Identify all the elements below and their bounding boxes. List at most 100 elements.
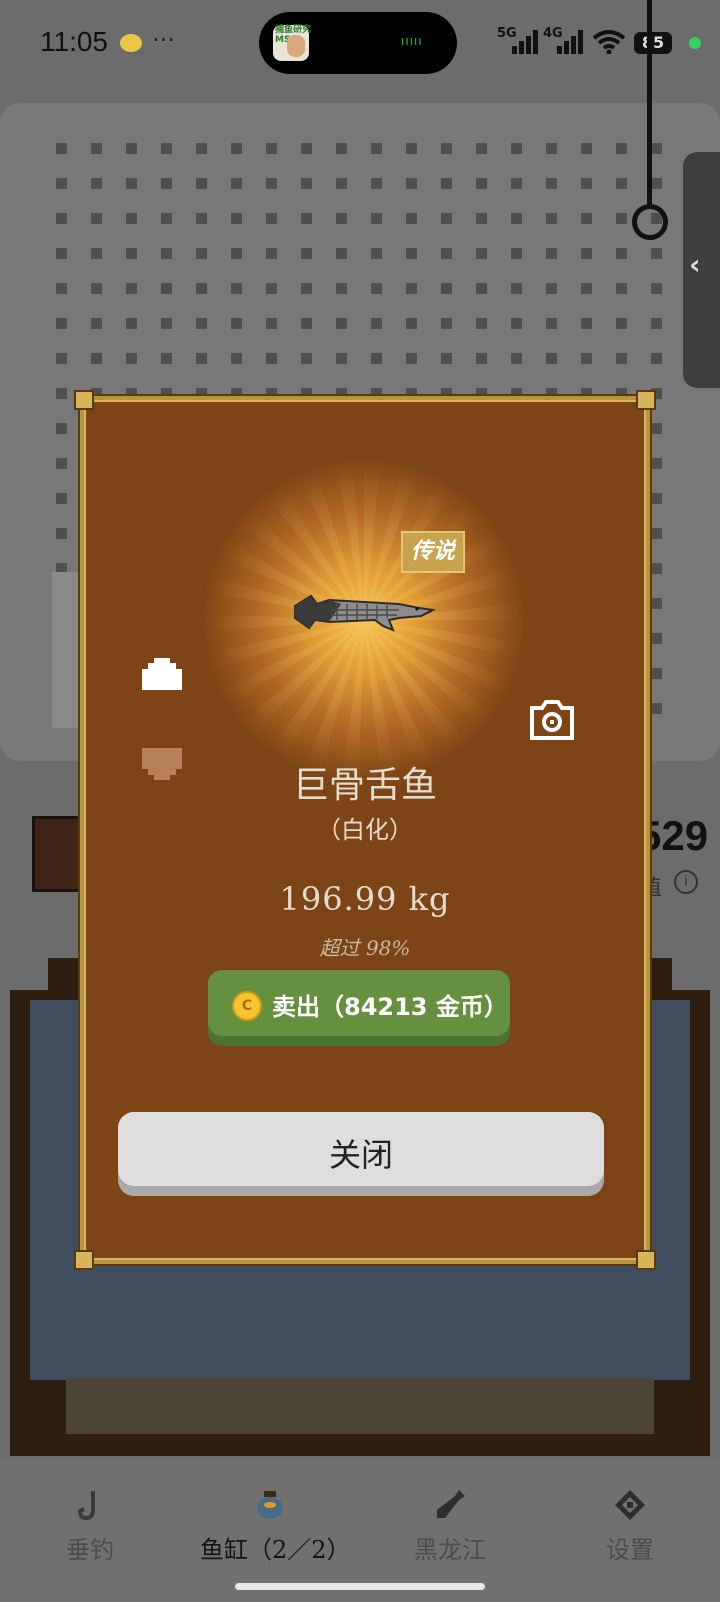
grid-dot bbox=[126, 178, 137, 189]
nav-label-heilongjiang: 黑龙江 bbox=[414, 1536, 486, 1564]
grid-dot bbox=[441, 143, 452, 154]
grid-dot bbox=[406, 353, 417, 364]
close-button-face: 关闭 bbox=[118, 1112, 604, 1186]
grid-dot bbox=[56, 458, 67, 469]
grid-dot bbox=[126, 143, 137, 154]
close-button-label: 关闭 bbox=[328, 1136, 393, 1174]
grid-dot bbox=[476, 178, 487, 189]
grid-dot bbox=[196, 143, 207, 154]
grid-dot bbox=[616, 353, 627, 364]
grid-dot bbox=[651, 668, 662, 679]
hook-ring-icon bbox=[632, 204, 668, 240]
grid-dot bbox=[91, 318, 102, 329]
grid-dot bbox=[581, 178, 592, 189]
grid-dot bbox=[651, 248, 662, 259]
nav-item-fishing[interactable]: 垂钓 bbox=[20, 1458, 160, 1568]
camera-icon[interactable] bbox=[528, 698, 576, 742]
grid-dot bbox=[266, 213, 277, 224]
home-indicator[interactable] bbox=[235, 1583, 485, 1590]
grid-dot bbox=[56, 213, 67, 224]
close-button[interactable]: 关闭 bbox=[118, 1112, 604, 1196]
grid-dot bbox=[56, 248, 67, 259]
grid-dot bbox=[371, 353, 382, 364]
grid-dot bbox=[56, 283, 67, 294]
grid-dot bbox=[301, 143, 312, 154]
grid-dot bbox=[371, 143, 382, 154]
grid-dot bbox=[371, 178, 382, 189]
grid-dot bbox=[546, 248, 557, 259]
grid-dot bbox=[651, 318, 662, 329]
notification-emoji-icon bbox=[120, 34, 142, 52]
grid-dot bbox=[91, 248, 102, 259]
grid-dot bbox=[56, 493, 67, 504]
grid-dot bbox=[581, 143, 592, 154]
grid-dot bbox=[91, 143, 102, 154]
grid-dot bbox=[371, 318, 382, 329]
chevron-left-icon: ‹ bbox=[689, 248, 701, 281]
nav-item-fish-tank[interactable]: 鱼缸（2／2） bbox=[200, 1458, 351, 1568]
grid-dot bbox=[651, 423, 662, 434]
dynamic-island[interactable]: 捕鱼研究 MSB ııııı bbox=[259, 12, 457, 74]
grid-dot bbox=[56, 528, 67, 539]
arrow-up-icon[interactable] bbox=[140, 656, 184, 692]
grid-dot bbox=[406, 318, 417, 329]
frame-corner bbox=[636, 390, 656, 410]
grid-dot bbox=[161, 283, 172, 294]
grid-dot bbox=[406, 143, 417, 154]
sell-button-label: 卖出（84213 金币） bbox=[272, 993, 508, 1021]
fish-weight: 196.99 kg bbox=[279, 880, 451, 918]
fishing-line bbox=[647, 0, 652, 208]
grid-dot bbox=[336, 143, 347, 154]
grid-dot bbox=[56, 178, 67, 189]
grid-dot bbox=[161, 353, 172, 364]
grid-dot bbox=[441, 318, 452, 329]
grid-dot bbox=[91, 213, 102, 224]
grid-dot bbox=[126, 353, 137, 364]
battery-icon: 85 bbox=[634, 32, 672, 54]
grid-dot bbox=[476, 143, 487, 154]
grid-dot bbox=[266, 353, 277, 364]
grid-dot bbox=[56, 143, 67, 154]
grid-dot bbox=[126, 213, 137, 224]
grid-dot bbox=[651, 178, 662, 189]
settings-icon bbox=[615, 1490, 645, 1520]
sell-button-face: C 卖出（84213 金币） bbox=[208, 970, 510, 1036]
grid-dot bbox=[406, 178, 417, 189]
sell-button[interactable]: C 卖出（84213 金币） bbox=[208, 970, 510, 1046]
side-drawer-tab[interactable]: ‹ bbox=[683, 152, 720, 388]
grid-dot bbox=[56, 388, 67, 399]
nav-item-settings[interactable]: 设置 bbox=[560, 1458, 700, 1568]
grid-dot bbox=[581, 283, 592, 294]
grid-dot bbox=[441, 283, 452, 294]
grid-dot bbox=[581, 213, 592, 224]
grid-dot bbox=[546, 283, 557, 294]
grid-dot bbox=[336, 213, 347, 224]
grid-dot bbox=[581, 248, 592, 259]
grid-dot bbox=[371, 283, 382, 294]
privacy-indicator-dot bbox=[689, 37, 701, 49]
grid-dot bbox=[301, 213, 312, 224]
grid-dot bbox=[616, 178, 627, 189]
nav-item-heilongjiang[interactable]: 黑龙江 bbox=[380, 1458, 520, 1568]
grid-dot bbox=[581, 353, 592, 364]
frame-corner bbox=[74, 390, 94, 410]
grid-dot bbox=[91, 353, 102, 364]
grid-dot bbox=[511, 283, 522, 294]
arapaima-fish-image bbox=[294, 594, 435, 632]
barrel-icon bbox=[32, 816, 86, 892]
signal-5g-icon bbox=[512, 30, 540, 54]
grid-dot bbox=[546, 318, 557, 329]
grid-dot bbox=[56, 318, 67, 329]
grid-dot bbox=[231, 178, 242, 189]
grid-dot bbox=[371, 248, 382, 259]
grid-dot bbox=[301, 248, 312, 259]
grid-dot bbox=[231, 143, 242, 154]
grid-dot bbox=[336, 353, 347, 364]
grid-dot bbox=[371, 213, 382, 224]
grid-dot bbox=[406, 283, 417, 294]
grid-dot bbox=[441, 178, 452, 189]
info-icon[interactable]: i bbox=[674, 870, 698, 894]
grid-dot bbox=[161, 248, 172, 259]
grid-dot bbox=[161, 143, 172, 154]
grid-dot bbox=[511, 143, 522, 154]
